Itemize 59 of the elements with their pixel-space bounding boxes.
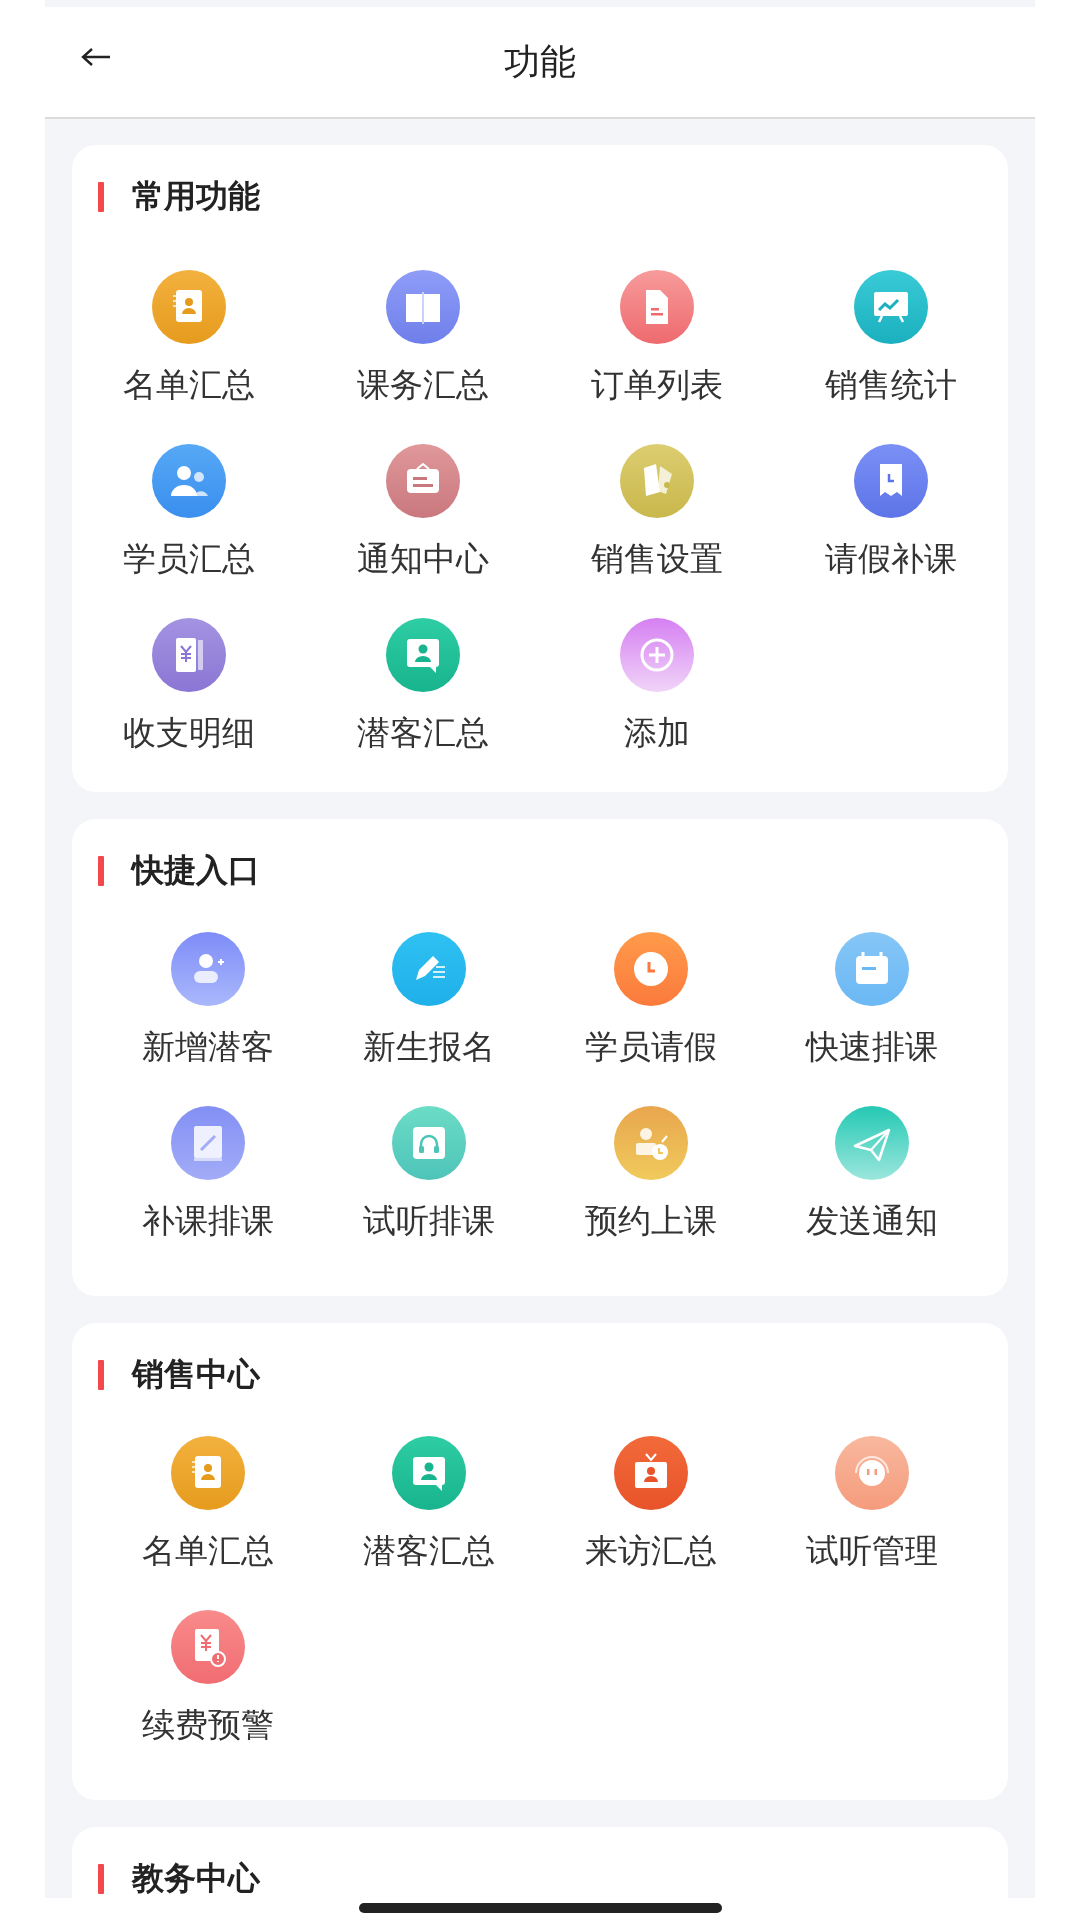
clock-icon bbox=[613, 932, 688, 1006]
function-item[interactable]: 预约上课 bbox=[540, 1106, 762, 1242]
accent-bar bbox=[98, 1864, 104, 1894]
calendar-icon bbox=[835, 932, 910, 1006]
chart-board-icon bbox=[854, 270, 928, 344]
section-title: 快捷入口 bbox=[132, 850, 260, 891]
bookmark-icon bbox=[854, 444, 928, 518]
contact-book-icon bbox=[152, 270, 226, 344]
document-icon bbox=[620, 270, 694, 344]
sign-icon bbox=[386, 444, 460, 518]
function-item[interactable]: 订单列表 bbox=[540, 270, 774, 406]
function-item[interactable]: 名单汇总 bbox=[72, 270, 306, 406]
back-button[interactable] bbox=[81, 47, 111, 67]
page-title: 功能 bbox=[504, 39, 576, 84]
badge-icon bbox=[613, 1436, 688, 1510]
function-item[interactable]: 销售统计 bbox=[774, 270, 1008, 406]
function-item[interactable]: 试听排课 bbox=[318, 1106, 540, 1242]
accent-bar bbox=[98, 182, 104, 212]
function-item[interactable]: 潜客汇总 bbox=[318, 1436, 540, 1572]
function-item[interactable]: 续费预警 bbox=[97, 1610, 319, 1746]
notebook-icon bbox=[170, 1106, 245, 1180]
function-item[interactable]: 新生报名 bbox=[318, 932, 540, 1068]
function-item[interactable]: 快速排课 bbox=[761, 932, 983, 1068]
function-item[interactable]: 发送通知 bbox=[761, 1106, 983, 1242]
headphones-icon bbox=[392, 1106, 467, 1180]
ledger-icon bbox=[152, 618, 226, 692]
function-item[interactable]: 补课排课 bbox=[97, 1106, 319, 1242]
function-item[interactable]: 课务汇总 bbox=[306, 270, 540, 406]
function-item[interactable]: 潜客汇总 bbox=[306, 618, 540, 754]
contact-card-icon bbox=[392, 1436, 467, 1510]
function-item[interactable]: 新增潜客 bbox=[97, 932, 319, 1068]
function-item[interactable]: 销售设置 bbox=[540, 444, 774, 580]
section-title: 常用功能 bbox=[132, 176, 260, 217]
pen-icon bbox=[392, 932, 467, 1006]
section-title: 销售中心 bbox=[132, 1354, 260, 1395]
receipt-icon bbox=[170, 1610, 245, 1684]
function-item[interactable]: 学员汇总 bbox=[72, 444, 306, 580]
paper-plane-icon bbox=[835, 1106, 910, 1180]
add-user-icon bbox=[170, 932, 245, 1006]
people-icon bbox=[152, 444, 226, 518]
contact-card-icon bbox=[386, 618, 460, 692]
add-icon bbox=[620, 618, 694, 692]
tag-icon bbox=[620, 444, 694, 518]
contact-book-icon bbox=[170, 1436, 245, 1510]
function-item[interactable]: 请假补课 bbox=[774, 444, 1008, 580]
book-icon bbox=[386, 270, 460, 344]
robot-icon bbox=[835, 1436, 910, 1510]
function-item[interactable]: 学员请假 bbox=[540, 932, 762, 1068]
accent-bar bbox=[98, 1360, 104, 1390]
person-clock-icon bbox=[613, 1106, 688, 1180]
function-item[interactable]: 试听管理 bbox=[761, 1436, 983, 1572]
function-item[interactable]: 添加 bbox=[540, 618, 774, 754]
function-item[interactable]: 名单汇总 bbox=[97, 1436, 319, 1572]
function-item[interactable]: 通知中心 bbox=[306, 444, 540, 580]
back-arrow-icon bbox=[81, 47, 111, 67]
accent-bar bbox=[98, 856, 104, 886]
function-item[interactable]: 收支明细 bbox=[72, 618, 306, 754]
section-title: 教务中心 bbox=[132, 1858, 260, 1898]
function-item[interactable]: 来访汇总 bbox=[540, 1436, 762, 1572]
